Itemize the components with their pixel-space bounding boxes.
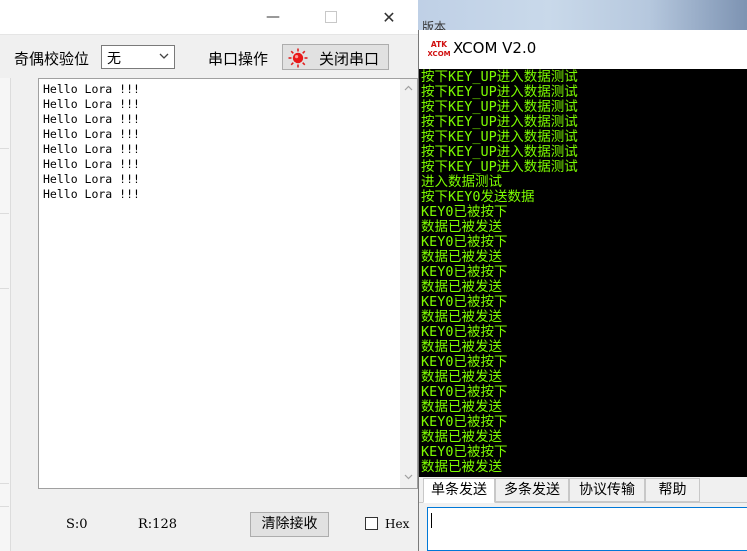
close-port-button[interactable]: 关闭串口 xyxy=(282,44,389,70)
close-port-label: 关闭串口 xyxy=(319,50,380,68)
send-tabs: 单条发送 多条发送 协议传输 帮助 xyxy=(419,478,747,503)
toolbar: 奇偶校验位 无 串口操作 关闭串口 xyxy=(0,40,418,74)
received-count: R:128 xyxy=(138,517,177,532)
side-panel-edge xyxy=(0,78,11,551)
title-bar: — ✕ xyxy=(0,0,418,35)
terminal-text: 按下KEY_UP进入数据测试 按下KEY_UP进入数据测试 按下KEY_UP进入… xyxy=(421,69,578,475)
send-input[interactable] xyxy=(427,507,747,551)
panel-divider xyxy=(0,148,9,149)
svg-text:ATK: ATK xyxy=(431,40,448,49)
scroll-down-icon[interactable] xyxy=(403,471,414,482)
xcom-title-bar: ATK XCOM XCOM V2.0 xyxy=(419,30,747,69)
tab-help[interactable]: 帮助 xyxy=(645,478,700,502)
panel-divider xyxy=(0,288,9,289)
hex-checkbox[interactable] xyxy=(365,517,378,530)
parity-label: 奇偶校验位 xyxy=(14,50,90,68)
receive-scrollbar[interactable] xyxy=(400,79,417,488)
close-button[interactable]: ✕ xyxy=(366,0,412,34)
record-icon xyxy=(288,48,308,68)
maximize-button[interactable] xyxy=(308,0,354,34)
svg-text:XCOM: XCOM xyxy=(428,50,450,58)
tab-single-send[interactable]: 单条发送 xyxy=(423,478,495,503)
parity-value: 无 xyxy=(107,51,121,67)
background-window-strip: 版本 xyxy=(418,0,747,34)
tab-multi-send[interactable]: 多条发送 xyxy=(495,478,569,502)
tab-protocol-transfer[interactable]: 协议传输 xyxy=(569,478,645,502)
xcom-title: XCOM V2.0 xyxy=(453,39,537,57)
receive-textarea[interactable]: Hello Lora !!! Hello Lora !!! Hello Lora… xyxy=(38,78,418,489)
status-bar: S:0 R:128 清除接收 Hex xyxy=(38,505,418,545)
clear-receive-button[interactable]: 清除接收 xyxy=(250,512,329,537)
receive-terminal[interactable]: 按下KEY_UP进入数据测试 按下KEY_UP进入数据测试 按下KEY_UP进入… xyxy=(419,69,747,477)
panel-divider xyxy=(0,506,9,507)
atk-logo-icon: ATK XCOM xyxy=(428,40,450,58)
hex-label: Hex xyxy=(385,517,410,531)
sent-count: S:0 xyxy=(66,517,88,532)
port-operation-label: 串口操作 xyxy=(208,50,269,68)
text-caret xyxy=(431,513,432,528)
panel-divider xyxy=(0,483,9,484)
parity-select[interactable]: 无 xyxy=(101,45,175,69)
receive-text: Hello Lora !!! Hello Lora !!! Hello Lora… xyxy=(43,82,140,201)
minimize-button[interactable]: — xyxy=(250,0,296,34)
scroll-up-icon[interactable] xyxy=(403,83,414,94)
serial-assistant-window: — ✕ 奇偶校验位 无 串口操作 关闭串口 Hello Lora !!! Hel… xyxy=(0,0,418,551)
xcom-window: ATK XCOM XCOM V2.0 按下KEY_UP进入数据测试 按下KEY_… xyxy=(418,30,747,551)
maximize-icon xyxy=(325,11,337,23)
chevron-down-icon xyxy=(159,53,169,59)
panel-divider xyxy=(0,213,9,214)
